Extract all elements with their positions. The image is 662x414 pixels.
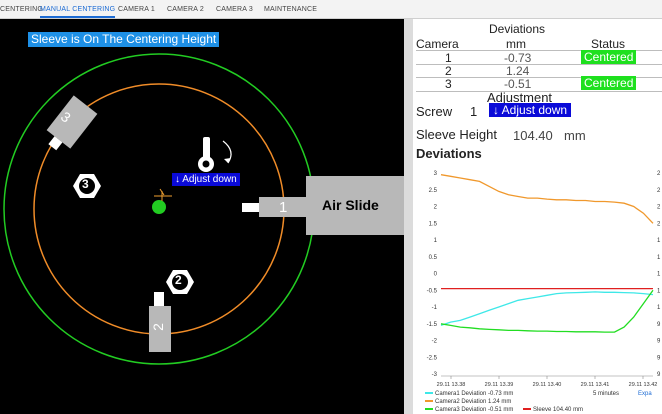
y-tick-label: -0.5	[427, 288, 438, 294]
legend-swatch	[425, 392, 433, 395]
legend-camera1-name: Camera1 Deviation	[435, 391, 487, 397]
status-banner: Sleeve is On The Centering Height	[28, 32, 220, 47]
y-tick-label: 2	[434, 205, 438, 211]
right-y-tick-label: 2	[657, 188, 661, 194]
camera2-series-line	[440, 174, 654, 224]
right-y-tick-label: 1	[657, 272, 661, 278]
legend-camera3-name: Camera3 Deviation	[435, 407, 487, 413]
legend-sleeve-value: 104.40	[553, 407, 572, 413]
right-y-tick-label: 2	[657, 221, 661, 227]
air-slide: Air Slide	[306, 176, 404, 235]
x-tick-label: 29.11 13.40	[533, 382, 562, 388]
x-tick-label: 29.11 13.41	[581, 382, 610, 388]
legend-sleeve-unit: mm	[573, 407, 584, 413]
panel-divider[interactable]	[404, 19, 413, 414]
tab-centering[interactable]: CENTERING	[0, 0, 43, 18]
row-1-status-badge: Centered	[581, 50, 637, 64]
right-y-tick-label: 9	[657, 355, 661, 361]
sleeve-height-value: 104.40	[513, 128, 553, 143]
x-tick-label: 29.11 13.42	[629, 382, 658, 388]
y-tick-label: -3	[432, 372, 438, 378]
row-3-camera: 3	[445, 77, 452, 91]
table-divider	[416, 64, 662, 65]
centering-view: 3 2 1 3 2 Sleeve is On The Centering Hei…	[0, 19, 404, 414]
right-y-tick-label: 9	[657, 322, 661, 328]
col-mm-header: mm	[506, 37, 526, 51]
row-1-camera: 1	[445, 51, 452, 65]
right-y-tick-label: 9	[657, 339, 661, 345]
camera3-series-line	[440, 289, 654, 333]
legend-camera1: Camera1 Deviation -0.73 mm	[425, 391, 513, 397]
tab-camera-2[interactable]: CAMERA 2	[167, 0, 204, 18]
legend-sleeve-name: Sleeve	[533, 407, 552, 413]
y-tick-label: 1	[434, 238, 438, 244]
right-y-tick-label: 1	[657, 305, 661, 311]
screw-label: Screw	[416, 104, 453, 119]
legend-camera1-value: -0.73	[488, 391, 502, 397]
y-tick-label: -2	[432, 339, 438, 345]
tab-manual-centering[interactable]: MANUAL CENTERING	[40, 0, 116, 18]
tab-camera-3[interactable]: CAMERA 3	[216, 0, 253, 18]
right-y-tick-label: 1	[657, 288, 661, 294]
legend-camera2-value: 1.24	[488, 399, 500, 405]
row-1-mm: -0.73	[504, 51, 532, 65]
air-slide-label: Air Slide	[322, 197, 379, 213]
legend-camera3-unit: mm	[503, 407, 514, 413]
deviations-table-title: Deviations	[489, 22, 546, 36]
tab-bar: CENTERING MANUAL CENTERING CAMERA 1 CAME…	[0, 0, 662, 19]
adjust-down-tag: ↓ Adjust down	[172, 173, 240, 186]
y-tick-label: -1	[432, 305, 438, 311]
legend-camera3-value: -0.51	[488, 407, 502, 413]
right-y-tick-label: 2	[657, 171, 661, 177]
y-tick-label: 1.5	[429, 221, 438, 227]
tab-camera-1[interactable]: CAMERA 1	[118, 0, 155, 18]
screw-number: 1	[470, 104, 478, 119]
right-y-tick-label: 2	[657, 205, 661, 211]
legend-camera2-name: Camera2 Deviation	[435, 399, 487, 405]
right-y-tick-label: 1	[657, 255, 661, 261]
sleeve-center-marker	[152, 188, 172, 214]
adjust-direction-tag: ↓ Adjust down	[489, 103, 572, 117]
row-3-mm: -0.51	[504, 77, 532, 91]
x-tick-label: 29.11 13.38	[437, 382, 466, 388]
col-status-header: Status	[591, 37, 626, 51]
screw-3-label: 3	[82, 177, 89, 191]
y-tick-label: -2.5	[427, 355, 438, 361]
legend-camera3: Camera3 Deviation -0.51 mm	[425, 407, 513, 413]
camera-2-label: 2	[149, 323, 166, 331]
sleeve-height-unit: mm	[564, 128, 586, 143]
row-3-status-badge: Centered	[581, 76, 637, 90]
legend-camera2: Camera2 Deviation 1.24 mm	[425, 399, 511, 405]
legend-camera1-unit: mm	[503, 391, 514, 397]
screw-2-label: 2	[175, 273, 182, 287]
camera-1-label: 1	[279, 199, 288, 216]
right-y-tick-label: 1	[657, 238, 661, 244]
y-tick-label: -1.5	[427, 322, 438, 328]
chart-title: Deviations	[416, 146, 482, 161]
legend-swatch	[425, 408, 433, 411]
legend-camera2-unit: mm	[501, 399, 512, 405]
legend-sleeve: Sleeve 104.40 mm	[523, 407, 583, 413]
y-tick-label: 2.5	[429, 188, 438, 194]
y-tick-label: 0	[434, 272, 438, 278]
legend-swatch	[425, 400, 433, 403]
row-2-camera: 2	[445, 64, 452, 78]
right-y-tick-label: 9	[657, 372, 661, 378]
tab-maintenance[interactable]: MAINTENANCE	[264, 0, 317, 18]
x-tick-label: 29.11 13.39	[485, 382, 514, 388]
deviations-chart[interactable]: 3 2.5 2 1.5 1 0.5 0 -0.5 -1 -1.5 -2 -2.5 -3 2 2 2 2 1 1 1 1…	[413, 169, 662, 414]
camera-3	[46, 95, 98, 151]
legend-swatch	[523, 408, 531, 411]
sleeve-height-label: Sleeve Height	[416, 127, 497, 142]
info-panel: Deviations Camera mm Status 1 -0.73 Cent…	[413, 19, 662, 414]
col-camera-header: Camera	[416, 37, 459, 51]
time-window-selector[interactable]: 5 minutes	[593, 391, 619, 397]
camera1-series-line	[440, 291, 654, 327]
y-tick-label: 0.5	[429, 255, 438, 261]
wrench-icon	[198, 137, 232, 172]
y-tick-label: 3	[434, 171, 438, 177]
row-2-mm: 1.24	[506, 64, 530, 78]
camera-1	[242, 197, 306, 217]
expand-button[interactable]: Expa	[638, 391, 652, 397]
